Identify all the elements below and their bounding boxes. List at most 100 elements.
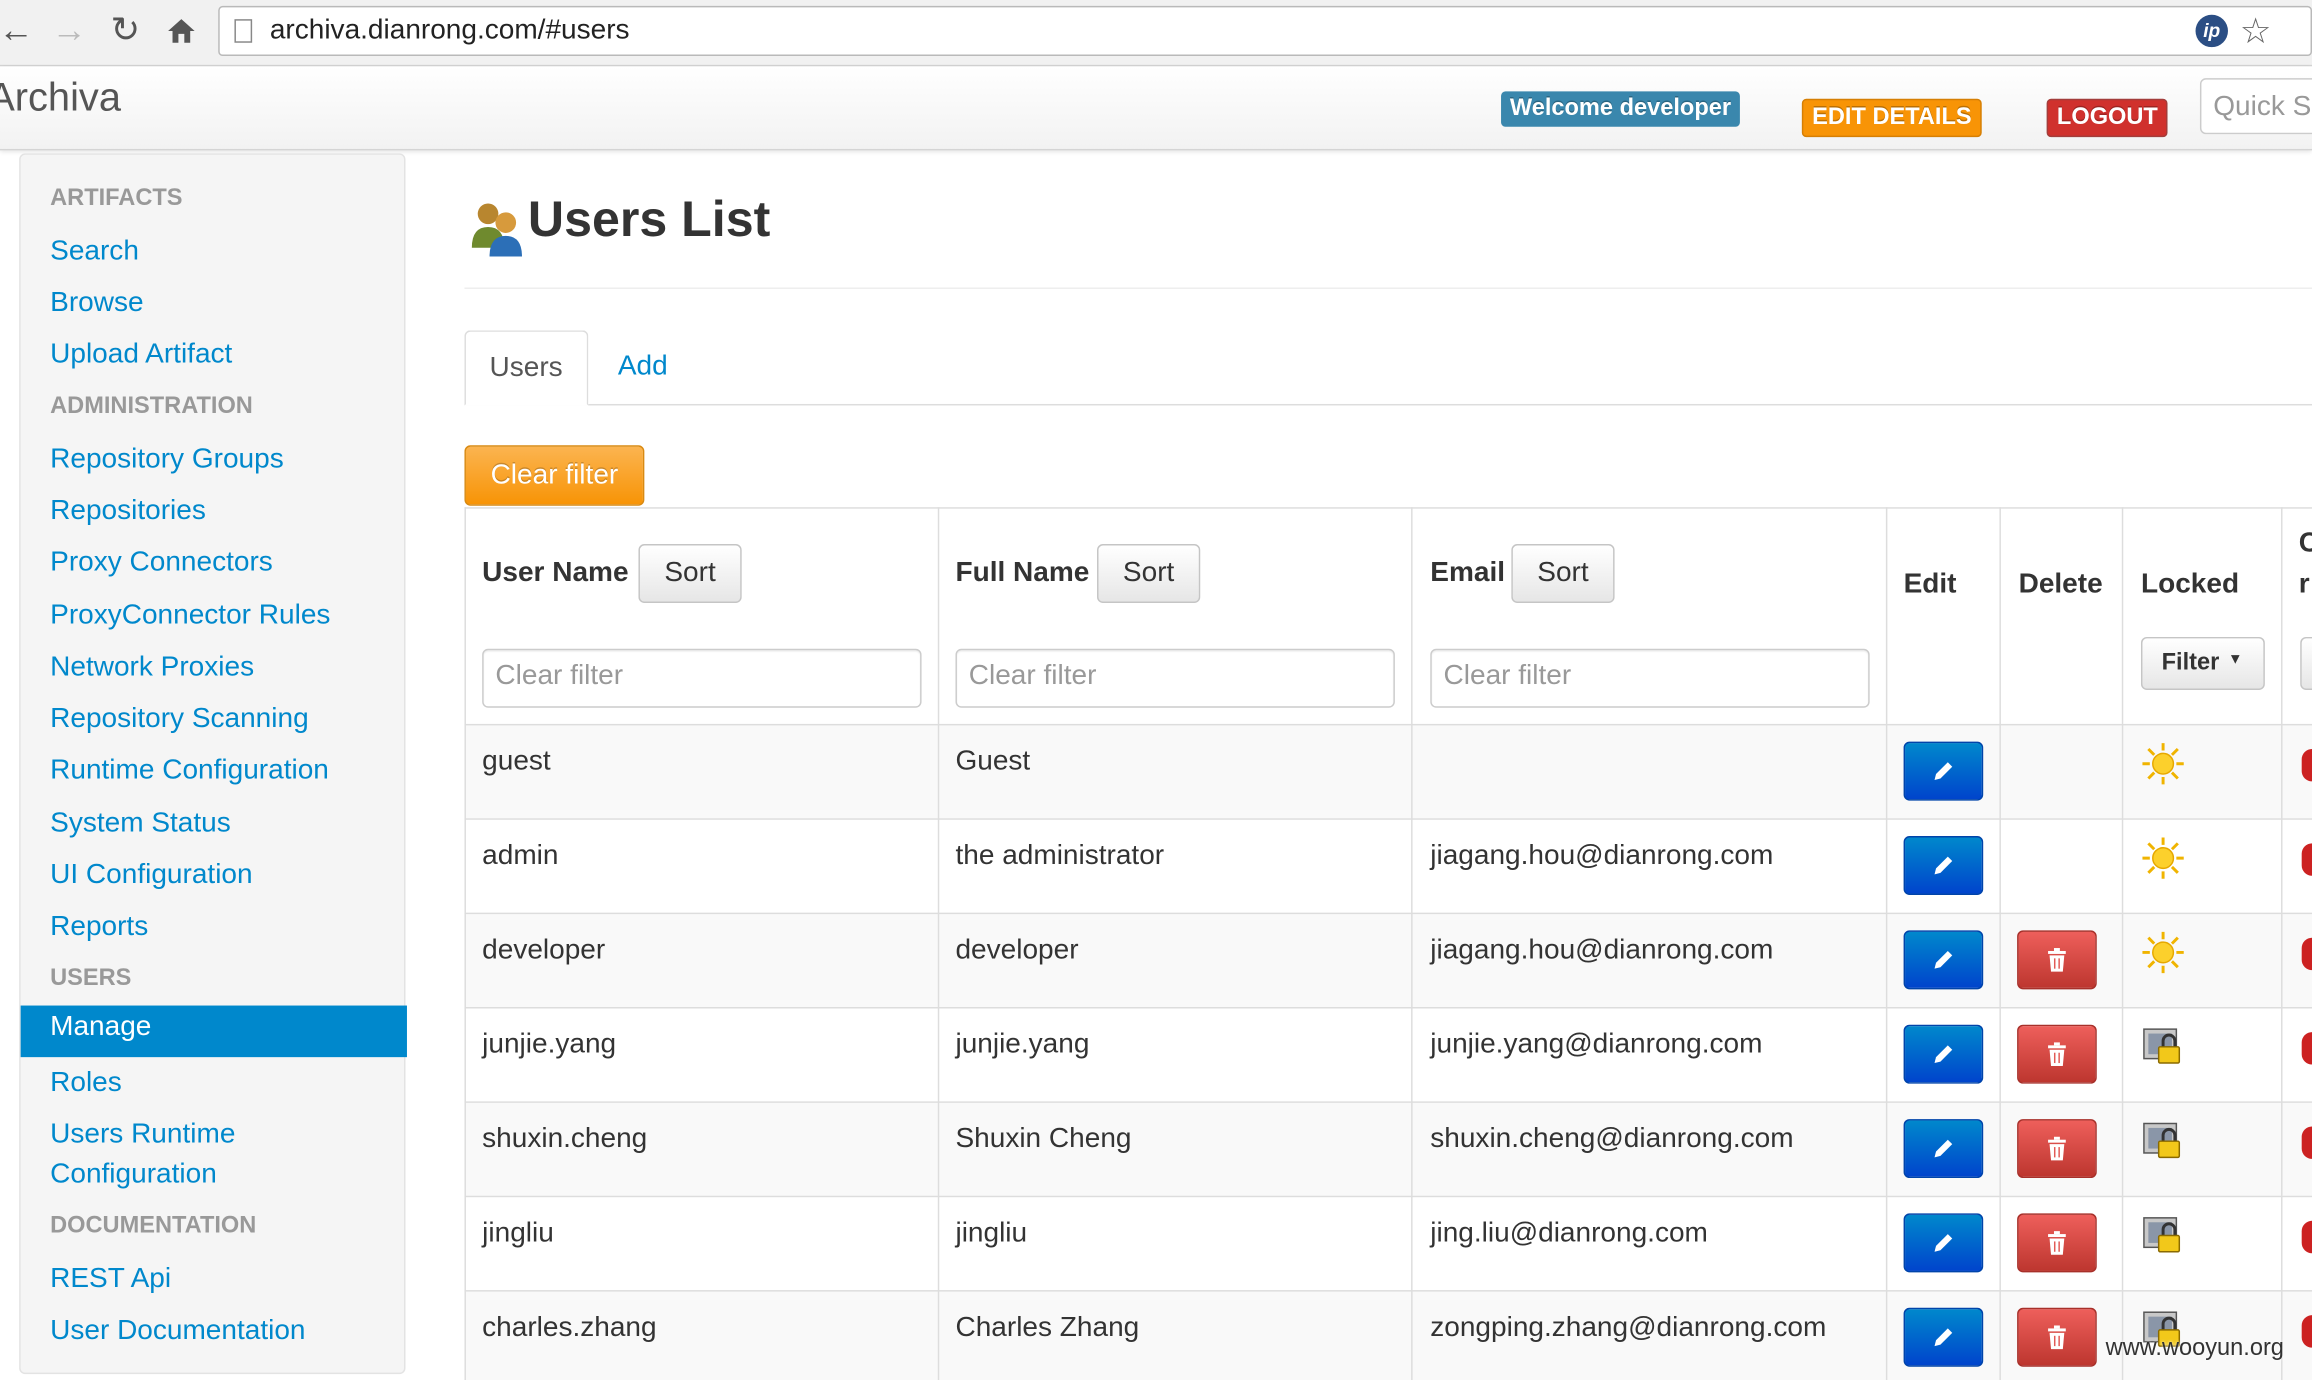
nav-header-artifacts: ARTIFACTS bbox=[50, 185, 183, 211]
quick-search-placeholder: Quick Search bbox=[2213, 91, 2312, 123]
status-circle-icon[interactable] bbox=[2301, 937, 2312, 971]
sidebar-item-reports[interactable]: Reports bbox=[50, 907, 148, 947]
header-user-name: User Name bbox=[482, 557, 629, 589]
edit-user-button[interactable] bbox=[1903, 1024, 1984, 1084]
status-circle-icon[interactable] bbox=[2301, 1220, 2312, 1254]
sidebar-item-roles[interactable]: Roles bbox=[50, 1063, 122, 1103]
sidebar-item-proxyconnector-rules[interactable]: ProxyConnector Rules bbox=[50, 596, 330, 636]
unlocked-sun-icon[interactable] bbox=[2141, 836, 2185, 880]
cell-username: charles.zhang bbox=[482, 1312, 657, 1344]
locked-icon[interactable] bbox=[2141, 1025, 2185, 1069]
header-delete: Delete bbox=[2018, 569, 2103, 601]
filter-next-dropdown[interactable] bbox=[2300, 636, 2312, 691]
page-title: Users List bbox=[527, 191, 771, 248]
filter-email-input[interactable] bbox=[1431, 650, 1869, 704]
edit-user-button[interactable] bbox=[1903, 1213, 1984, 1273]
status-circle-icon[interactable] bbox=[2301, 1032, 2312, 1065]
table-border bbox=[1999, 507, 2001, 1380]
filter-locked-dropdown[interactable]: Filter ▼ bbox=[2140, 636, 2265, 691]
sort-email-button[interactable]: Sort bbox=[1511, 544, 1615, 604]
filter-username-input[interactable] bbox=[483, 650, 921, 704]
header-locked: Locked bbox=[2140, 569, 2240, 601]
cell-fullname: the administrator bbox=[955, 840, 1165, 872]
address-bar[interactable]: archiva.dianrong.com/#users ip ☆ bbox=[218, 5, 2312, 57]
table-border bbox=[1885, 507, 1888, 1380]
status-circle-icon[interactable] bbox=[2301, 1315, 2312, 1348]
sidebar-item-ui-configuration[interactable]: UI Configuration bbox=[50, 855, 252, 895]
edit-user-button[interactable] bbox=[1903, 835, 1984, 895]
edit-user-button[interactable] bbox=[1903, 1307, 1984, 1367]
cell-email: zongping.zhang@dianrong.com bbox=[1430, 1312, 1827, 1344]
quick-search-input[interactable]: Quick Search bbox=[2199, 78, 2312, 135]
clear-filter-button[interactable]: Clear filter bbox=[464, 445, 645, 506]
filter-dropdown-label: Filter bbox=[2161, 650, 2220, 676]
delete-user-button[interactable] bbox=[2017, 1213, 2097, 1273]
header-full-name: Full Name bbox=[955, 557, 1090, 589]
unlocked-sun-icon[interactable] bbox=[2141, 742, 2185, 786]
sidebar-item-manage-label: Manage bbox=[50, 1011, 152, 1043]
locked-icon[interactable] bbox=[2141, 1213, 2185, 1257]
filter-fullname-field[interactable] bbox=[955, 648, 1395, 708]
delete-user-button[interactable] bbox=[2017, 930, 2097, 990]
delete-user-button[interactable] bbox=[2017, 1119, 2097, 1179]
sidebar-item-upload-artifact[interactable]: Upload Artifact bbox=[50, 335, 232, 375]
status-circle-icon[interactable] bbox=[2301, 1126, 2312, 1159]
sidebar-item-users-runtime-2[interactable]: Configuration bbox=[50, 1154, 217, 1194]
table-border bbox=[2281, 507, 2283, 1380]
sidebar-item-repository-scanning[interactable]: Repository Scanning bbox=[50, 699, 309, 739]
sidebar-item-manage[interactable]: Manage bbox=[20, 1005, 407, 1058]
caret-down-icon: ▼ bbox=[2227, 651, 2243, 668]
status-circle-icon[interactable] bbox=[2301, 748, 2312, 782]
table-border bbox=[464, 507, 466, 1380]
cell-fullname: Charles Zhang bbox=[955, 1312, 1140, 1344]
cell-username: junjie.yang bbox=[482, 1029, 617, 1061]
sidebar-item-system-status[interactable]: System Status bbox=[50, 804, 231, 844]
header-edit: Edit bbox=[1903, 569, 1957, 601]
logout-button[interactable]: LOGOUT bbox=[2046, 98, 2169, 138]
edit-details-button[interactable]: EDIT DETAILS bbox=[1801, 98, 1982, 138]
home-icon[interactable] bbox=[159, 9, 203, 53]
forward-icon[interactable]: → bbox=[47, 9, 91, 53]
tab-add[interactable]: Add bbox=[618, 351, 668, 383]
table-border bbox=[464, 1007, 2312, 1009]
sidebar-item-repository-groups[interactable]: Repository Groups bbox=[50, 439, 284, 479]
sidebar-item-network-proxies[interactable]: Network Proxies bbox=[50, 647, 254, 687]
filter-email-field[interactable] bbox=[1430, 648, 1870, 708]
cell-email: shuxin.cheng@dianrong.com bbox=[1430, 1123, 1794, 1155]
delete-user-button[interactable] bbox=[2017, 1024, 2097, 1084]
table-border bbox=[464, 818, 2312, 820]
sidebar-item-runtime-configuration[interactable]: Runtime Configuration bbox=[50, 750, 329, 790]
sidebar-item-proxy-connectors[interactable]: Proxy Connectors bbox=[50, 543, 273, 583]
sidebar-item-rest-api[interactable]: REST Api bbox=[50, 1259, 171, 1299]
edit-user-button[interactable] bbox=[1903, 741, 1984, 801]
bookmark-star-icon[interactable]: ☆ bbox=[2240, 10, 2272, 53]
sidebar-item-users-runtime[interactable]: Users Runtime bbox=[50, 1115, 235, 1155]
nav-header-documentation: DOCUMENTATION bbox=[50, 1213, 257, 1239]
url-text[interactable]: archiva.dianrong.com/#users bbox=[270, 15, 630, 47]
cell-email: jing.liu@dianrong.com bbox=[1430, 1217, 1708, 1249]
sort-username-button[interactable]: Sort bbox=[638, 544, 742, 604]
edit-user-button[interactable] bbox=[1903, 930, 1984, 990]
sidebar-item-browse[interactable]: Browse bbox=[50, 283, 143, 323]
header-cut-2: r bbox=[2298, 569, 2310, 601]
page-icon bbox=[234, 19, 253, 43]
filter-username-field[interactable] bbox=[482, 648, 922, 708]
sidebar-item-repositories[interactable]: Repositories bbox=[50, 491, 206, 531]
locked-icon[interactable] bbox=[2141, 1119, 2185, 1163]
nav-header-users: USERS bbox=[50, 965, 132, 991]
sidebar-item-user-documentation[interactable]: User Documentation bbox=[50, 1311, 305, 1351]
back-icon[interactable]: ← bbox=[0, 9, 38, 53]
ip-extension-icon[interactable]: ip bbox=[2195, 14, 2228, 48]
unlocked-sun-icon[interactable] bbox=[2141, 930, 2185, 974]
reload-icon[interactable]: ↻ bbox=[103, 9, 147, 53]
filter-fullname-input[interactable] bbox=[956, 650, 1394, 704]
delete-user-button[interactable] bbox=[2017, 1307, 2097, 1367]
screen: ← → ↻ archiva.dianrong.com/#users ip ☆ A… bbox=[0, 0, 2312, 1380]
tab-users[interactable]: Users bbox=[464, 330, 589, 406]
watermark: www.wooyun.org bbox=[2105, 1335, 2284, 1361]
sort-fullname-button[interactable]: Sort bbox=[1097, 544, 1201, 604]
status-circle-icon[interactable] bbox=[2301, 843, 2312, 876]
edit-user-button[interactable] bbox=[1903, 1119, 1984, 1179]
sidebar-item-search[interactable]: Search bbox=[50, 231, 139, 271]
brand[interactable]: Archiva bbox=[0, 75, 121, 121]
